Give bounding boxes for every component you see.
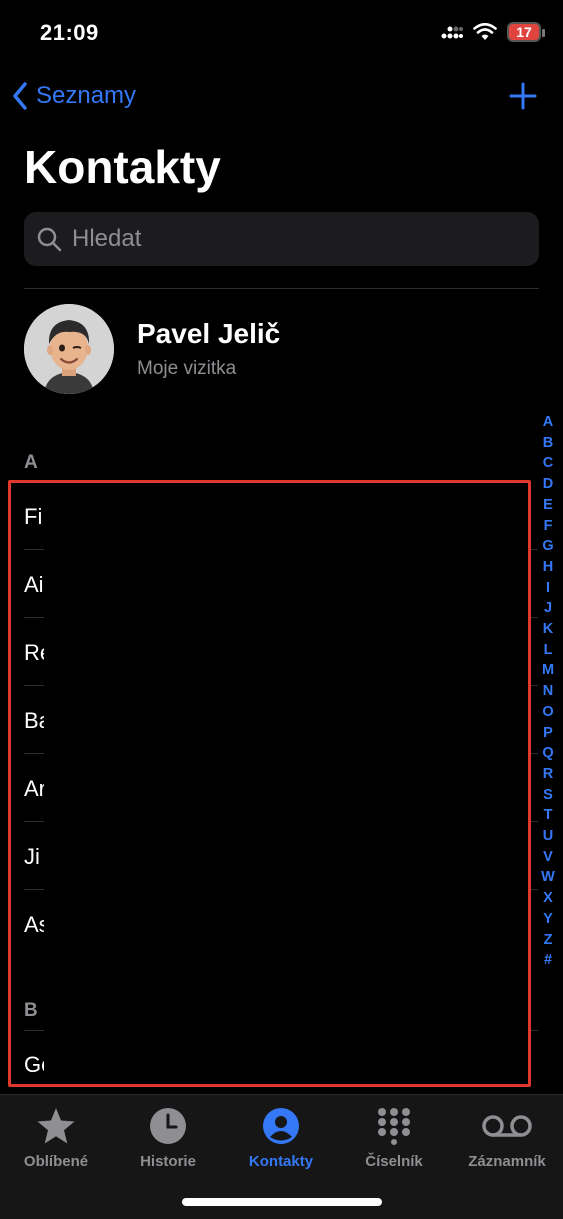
alphabet-index[interactable]: A B C D E F G H I J K L M N O P Q R S T U V W X Y Z # <box>539 412 557 971</box>
index-letter[interactable]: M <box>542 660 554 681</box>
index-letter[interactable]: R <box>543 764 553 785</box>
battery-indicator: 17 <box>507 22 545 42</box>
search-icon <box>37 227 62 252</box>
index-letter[interactable]: Y <box>543 909 553 930</box>
cellular-signal-icon <box>441 26 463 39</box>
index-letter[interactable]: E <box>543 495 553 516</box>
divider <box>24 288 539 289</box>
keypad-icon <box>378 1108 410 1145</box>
index-letter[interactable]: K <box>543 619 553 640</box>
index-letter[interactable]: T <box>544 805 553 826</box>
page-title: Kontakty <box>24 141 221 193</box>
index-letter[interactable]: L <box>544 640 553 661</box>
index-letter[interactable]: P <box>543 723 553 744</box>
chevron-left-icon <box>13 82 27 110</box>
tab-contacts[interactable]: Kontakty <box>225 1103 337 1170</box>
search-bar[interactable] <box>24 212 539 266</box>
index-letter[interactable]: Q <box>542 743 553 764</box>
tab-history[interactable]: Historie <box>112 1103 224 1170</box>
tab-label: Oblíbené <box>23 1153 89 1170</box>
person-icon <box>263 1108 299 1144</box>
tab-label: Kontakty <box>248 1153 314 1170</box>
search-input[interactable] <box>70 224 514 254</box>
tab-label: Číselník <box>365 1153 423 1170</box>
status-icons: 17 <box>441 22 545 42</box>
index-letter[interactable]: S <box>543 785 553 806</box>
index-letter[interactable]: # <box>544 950 552 971</box>
plus-icon <box>509 82 537 110</box>
index-letter[interactable]: X <box>543 888 553 909</box>
index-letter[interactable]: Z <box>544 930 553 951</box>
index-letter[interactable]: G <box>542 536 553 557</box>
index-letter[interactable]: B <box>543 433 553 454</box>
index-letter[interactable]: O <box>542 702 553 723</box>
status-time: 21:09 <box>40 20 99 45</box>
home-indicator <box>182 1198 382 1206</box>
highlight-box <box>8 480 531 1087</box>
index-letter[interactable]: D <box>543 474 553 495</box>
section-header-a: A <box>24 452 38 473</box>
back-button[interactable]: Seznamy <box>12 82 136 110</box>
wifi-icon <box>473 23 497 40</box>
tab-keypad[interactable]: Číselník <box>338 1103 450 1170</box>
index-letter[interactable]: A <box>543 412 553 433</box>
clock-icon <box>150 1108 186 1144</box>
avatar[interactable] <box>24 304 114 394</box>
tab-favorites[interactable]: Oblíbené <box>0 1103 112 1170</box>
memoji-avatar-icon <box>24 304 114 394</box>
tab-label: Záznamník <box>468 1153 546 1170</box>
index-letter[interactable]: C <box>543 453 553 474</box>
index-letter[interactable]: N <box>543 681 553 702</box>
add-contact-button[interactable] <box>509 82 537 115</box>
star-icon <box>37 1108 75 1144</box>
index-letter[interactable]: V <box>543 847 553 868</box>
back-label: Seznamy <box>36 82 137 109</box>
tab-label: Historie <box>140 1153 196 1170</box>
voicemail-icon <box>482 1115 532 1137</box>
index-letter[interactable]: U <box>543 826 553 847</box>
index-letter[interactable]: W <box>541 867 555 888</box>
my-card-subtitle: Moje vizitka <box>137 358 237 379</box>
index-letter[interactable]: J <box>544 598 552 619</box>
tab-voicemail[interactable]: Záznamník <box>451 1103 563 1170</box>
index-letter[interactable]: H <box>543 557 553 578</box>
index-letter[interactable]: I <box>546 578 550 599</box>
index-letter[interactable]: F <box>544 516 553 537</box>
my-card-name[interactable]: Pavel Jelič <box>137 318 280 350</box>
